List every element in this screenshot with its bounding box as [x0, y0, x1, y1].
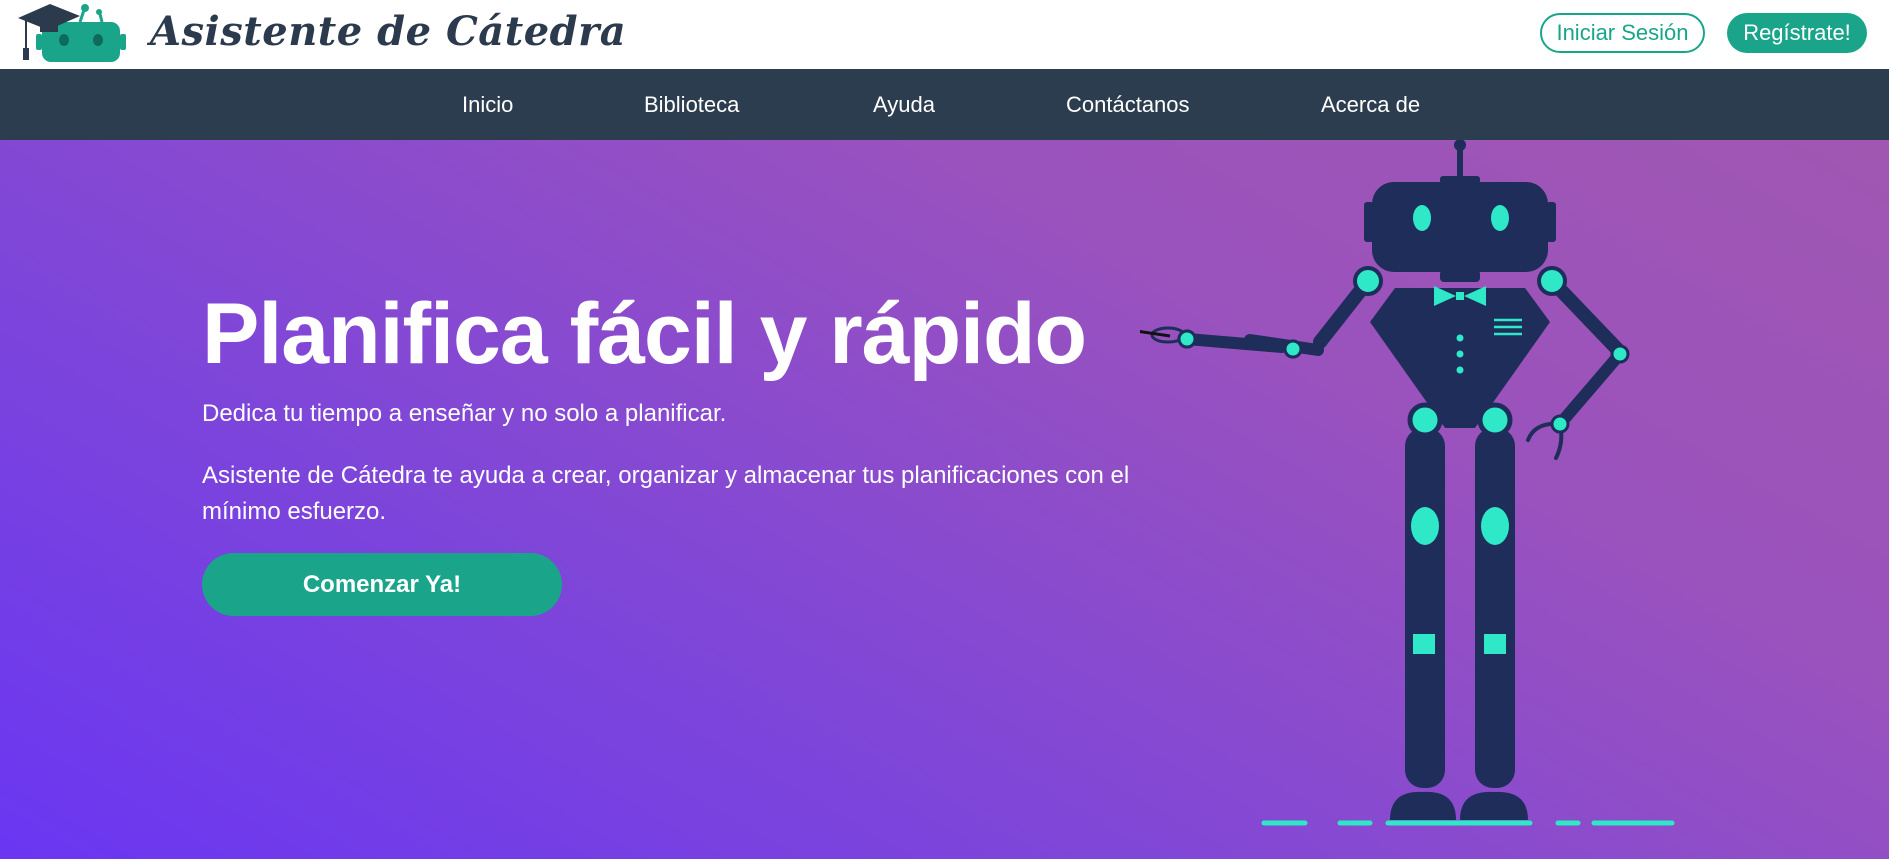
hero-title: Planifica fácil y rápido: [202, 286, 1087, 382]
nav-item-contactanos[interactable]: Contáctanos: [1066, 69, 1190, 140]
start-now-button[interactable]: Comenzar Ya!: [202, 553, 562, 616]
register-button[interactable]: Regístrate!: [1727, 13, 1867, 53]
nav-item-ayuda[interactable]: Ayuda: [873, 69, 935, 140]
main-nav: Inicio Biblioteca Ayuda Contáctanos Acer…: [0, 69, 1889, 140]
logo-icon[interactable]: [18, 2, 126, 64]
hero-description: Asistente de Cátedra te ayuda a crear, o…: [202, 462, 1130, 525]
hero-section: Planifica fácil y rápido Dedica tu tiemp…: [0, 140, 1889, 859]
robot-teacher-illustration: [1140, 140, 1675, 826]
brand-title[interactable]: Asistente de Cátedra: [150, 8, 626, 55]
hero-subtitle: Dedica tu tiempo a enseñar y no solo a p…: [202, 400, 727, 427]
nav-item-inicio[interactable]: Inicio: [462, 69, 513, 140]
login-button[interactable]: Iniciar Sesión: [1540, 13, 1705, 53]
top-header: Asistente de Cátedra Iniciar Sesión Regí…: [0, 0, 1889, 69]
nav-item-acerca-de[interactable]: Acerca de: [1321, 69, 1420, 140]
nav-item-biblioteca[interactable]: Biblioteca: [644, 69, 739, 140]
